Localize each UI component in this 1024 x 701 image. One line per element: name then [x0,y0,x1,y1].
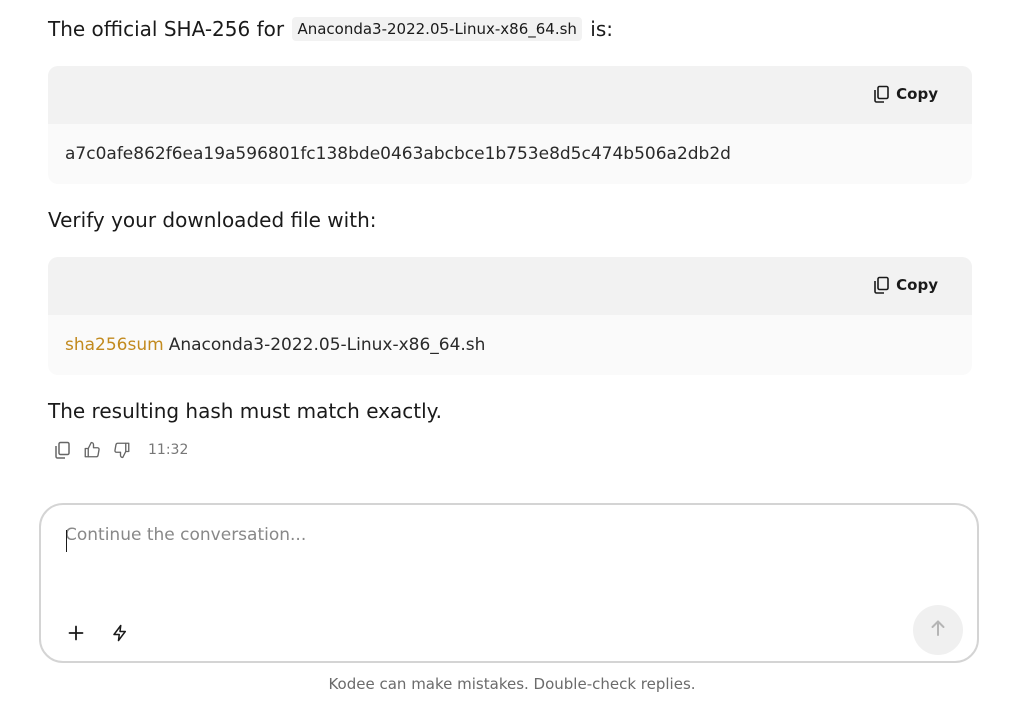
message-composer [39,503,979,663]
chat-page: The official SHA-256 for Anaconda3-2022.… [0,0,1024,701]
message-timestamp: 11:32 [148,442,189,458]
text-caret [66,530,67,552]
verify-text: Verify your downloaded file with: [48,208,377,232]
closing-text: The resulting hash must match exactly. [48,399,442,423]
tools-button[interactable] [109,624,131,646]
code-block-body: a7c0afe862f6ea19a596801fc138bde0463abcbc… [48,124,972,184]
hash-code-block: Copy a7c0afe862f6ea19a596801fc138bde0463… [48,66,972,184]
command-code-block: Copy sha256sum Anaconda3-2022.05-Linux-x… [48,257,972,375]
send-button[interactable] [913,605,963,655]
copy-label: Copy [896,85,938,103]
hash-value: a7c0afe862f6ea19a596801fc138bde0463abcbc… [65,144,731,164]
conversation-input[interactable] [65,525,925,545]
arrow-up-icon [929,619,947,641]
command-argument: Anaconda3-2022.05-Linux-x86_64.sh [168,335,486,355]
lightning-icon [111,624,129,646]
add-attachment-button[interactable] [65,624,87,646]
copy-label: Copy [896,276,938,294]
code-block-body: sha256sum Anaconda3-2022.05-Linux-x86_64… [48,315,972,375]
intro-suffix: is: [590,17,613,41]
copy-message-icon[interactable] [52,440,72,460]
command-keyword: sha256sum [65,335,164,355]
code-block-header: Copy [48,66,972,124]
copy-hash-button[interactable]: Copy [873,85,938,103]
message-actions: 11:32 [52,440,188,460]
code-block-header: Copy [48,257,972,315]
thumbs-up-icon[interactable] [82,440,102,460]
copy-command-button[interactable]: Copy [873,276,938,294]
intro-prefix: The official SHA-256 for [48,17,285,41]
copy-icon [873,276,890,294]
copy-icon [873,85,890,103]
intro-line: The official SHA-256 for Anaconda3-2022.… [48,15,613,43]
inline-code-filename: Anaconda3-2022.05-Linux-x86_64.sh [292,17,582,41]
plus-icon [68,625,84,645]
thumbs-down-icon[interactable] [112,440,132,460]
disclaimer-text: Kodee can make mistakes. Double-check re… [328,675,696,693]
